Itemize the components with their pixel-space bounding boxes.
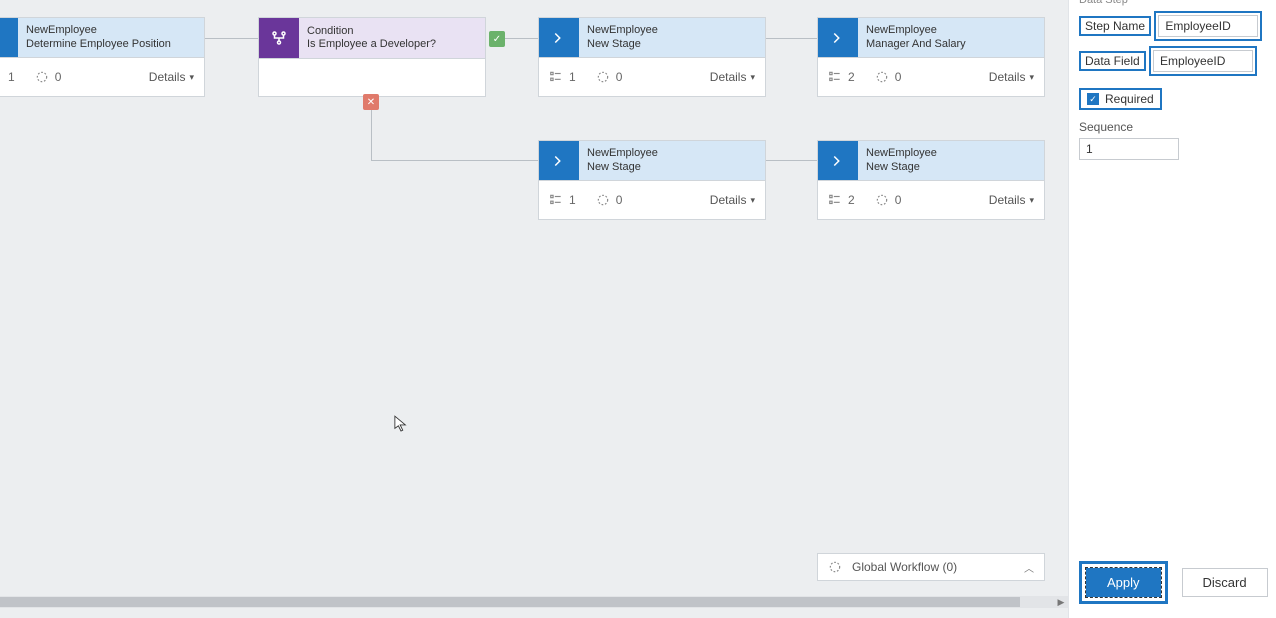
details-label: Details [989,70,1026,84]
count-icon [596,70,610,84]
no-branch-icon[interactable]: ✕ [363,94,379,110]
chevron-down-icon: ▾ [1029,195,1034,206]
data-field-label: Data Field [1079,51,1146,71]
chevron-up-icon: ︿ [1024,560,1034,575]
stage-icon [0,18,18,57]
connector [766,160,818,161]
details-button[interactable]: Details▾ [710,70,755,84]
node-name: New Stage [866,161,937,174]
steps-icon [549,70,563,84]
scroll-right-icon[interactable]: ▶ [1054,597,1068,608]
connector [500,38,538,39]
panel-heading: Data Step [1079,0,1266,6]
condition-node[interactable]: Condition Is Employee a Developer? [258,17,486,97]
connector [766,38,818,39]
sequence-label: Sequence [1079,120,1266,134]
data-field-input[interactable] [1153,50,1253,72]
discard-button[interactable]: Discard [1182,568,1268,597]
node-entity: NewEmployee [587,147,658,160]
details-label: Details [149,70,186,84]
item-count: 0 [55,70,62,84]
details-label: Details [710,193,747,207]
apply-button[interactable]: Apply [1086,568,1161,597]
required-label: Required [1105,92,1154,106]
node-name: New Stage [587,38,658,51]
connector [371,160,538,161]
node-name: New Stage [587,161,658,174]
node-name: Is Employee a Developer? [307,38,477,51]
workflow-canvas[interactable]: NewEmployee Determine Employee Position … [0,0,1068,618]
steps-icon [549,193,563,207]
steps-icon [828,193,842,207]
node-entity: Condition [307,25,477,38]
chevron-down-icon: ▾ [1029,72,1034,83]
item-count: 0 [616,70,623,84]
stage-icon [539,18,579,57]
details-button[interactable]: Details ▾ [149,70,194,84]
sequence-input[interactable] [1079,138,1179,160]
connector [205,38,258,39]
node-entity: NewEmployee [866,24,966,37]
details-button[interactable]: Details▾ [710,193,755,207]
properties-panel: Data Step Step Name Data Field ✓ Require… [1068,0,1276,618]
node-entity: NewEmployee [866,147,937,160]
node-name: Manager And Salary [866,38,966,51]
node-name: Determine Employee Position [26,38,171,51]
steps-count: 2 [848,70,855,84]
stage-node-new-stage-1[interactable]: NewEmployee New Stage 1 0 Details▾ [538,17,766,97]
stage-icon [539,141,579,180]
yes-branch-icon[interactable]: ✓ [489,31,505,47]
steps-count: 1 [569,193,576,207]
steps-icon [0,70,2,84]
stage-icon [818,141,858,180]
details-button[interactable]: Details▾ [989,193,1034,207]
step-name-label: Step Name [1079,16,1151,36]
stage-node-new-stage-3[interactable]: NewEmployee New Stage 2 0 Details▾ [817,140,1045,220]
steps-icon [828,70,842,84]
scrollbar-thumb[interactable] [0,597,1020,607]
chevron-down-icon: ▾ [750,195,755,206]
global-workflow-bar[interactable]: Global Workflow (0) ︿ [817,553,1045,581]
item-count: 0 [895,70,902,84]
stage-node-new-stage-2[interactable]: NewEmployee New Stage 1 0 Details▾ [538,140,766,220]
cursor-icon [394,415,408,433]
horizontal-scrollbar[interactable]: ▶ [0,596,1068,608]
count-icon [875,193,889,207]
details-label: Details [710,70,747,84]
details-label: Details [989,193,1026,207]
stage-icon [818,18,858,57]
count-icon [596,193,610,207]
node-entity: NewEmployee [26,24,171,37]
condition-icon [259,18,299,58]
node-entity: NewEmployee [587,24,658,37]
steps-count: 2 [848,193,855,207]
item-count: 0 [895,193,902,207]
item-count: 0 [616,193,623,207]
required-checkbox[interactable]: ✓ Required [1079,88,1162,110]
stage-node-manager-salary[interactable]: NewEmployee Manager And Salary 2 0 Detai… [817,17,1045,97]
count-icon [35,70,49,84]
chevron-down-icon: ▾ [750,72,755,83]
checkbox-checked-icon: ✓ [1087,93,1099,105]
steps-count: 1 [8,70,15,84]
details-button[interactable]: Details▾ [989,70,1034,84]
global-workflow-label: Global Workflow (0) [852,560,957,574]
workflow-icon [828,560,842,574]
stage-node-determine-position[interactable]: NewEmployee Determine Employee Position … [0,17,205,97]
chevron-down-icon: ▾ [189,72,194,83]
count-icon [875,70,889,84]
steps-count: 1 [569,70,576,84]
step-name-input[interactable] [1158,15,1258,37]
